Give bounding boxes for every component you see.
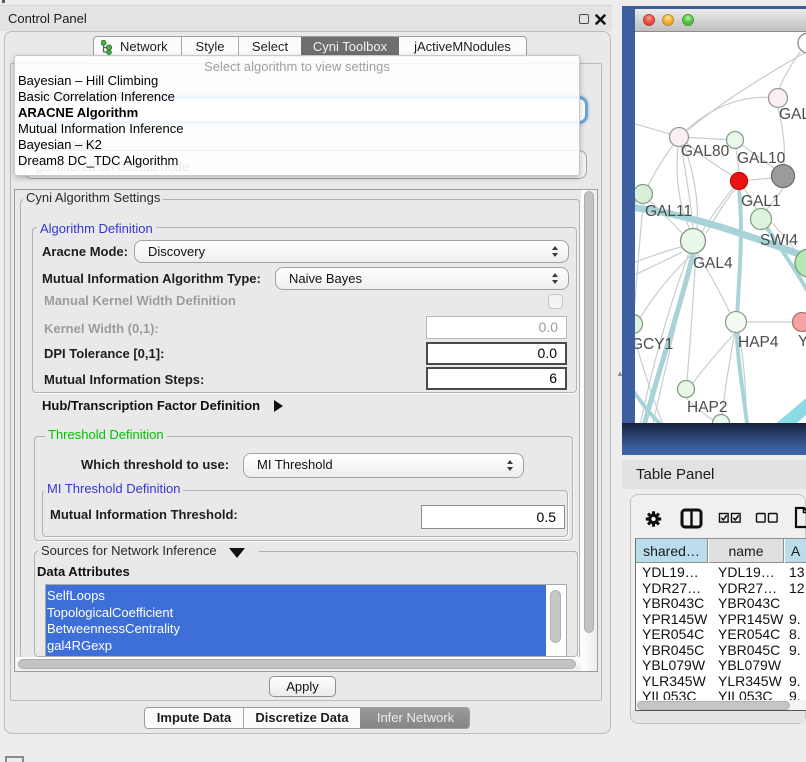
svg-text:GCY1: GCY1	[635, 336, 673, 353]
svg-text:HAP4: HAP4	[738, 334, 779, 351]
svg-text:SWI4: SWI4	[760, 232, 798, 249]
svg-text:Y: Y	[798, 333, 806, 350]
svg-text:HAP2: HAP2	[687, 399, 728, 416]
svg-text:GAL4: GAL4	[693, 255, 733, 272]
svg-text:GAL11: GAL11	[645, 203, 692, 220]
svg-text:GAL80: GAL80	[681, 143, 730, 160]
svg-text:GAL1: GAL1	[741, 193, 781, 210]
svg-text:GAL10: GAL10	[737, 150, 786, 167]
svg-text:GAL7: GAL7	[779, 106, 806, 123]
